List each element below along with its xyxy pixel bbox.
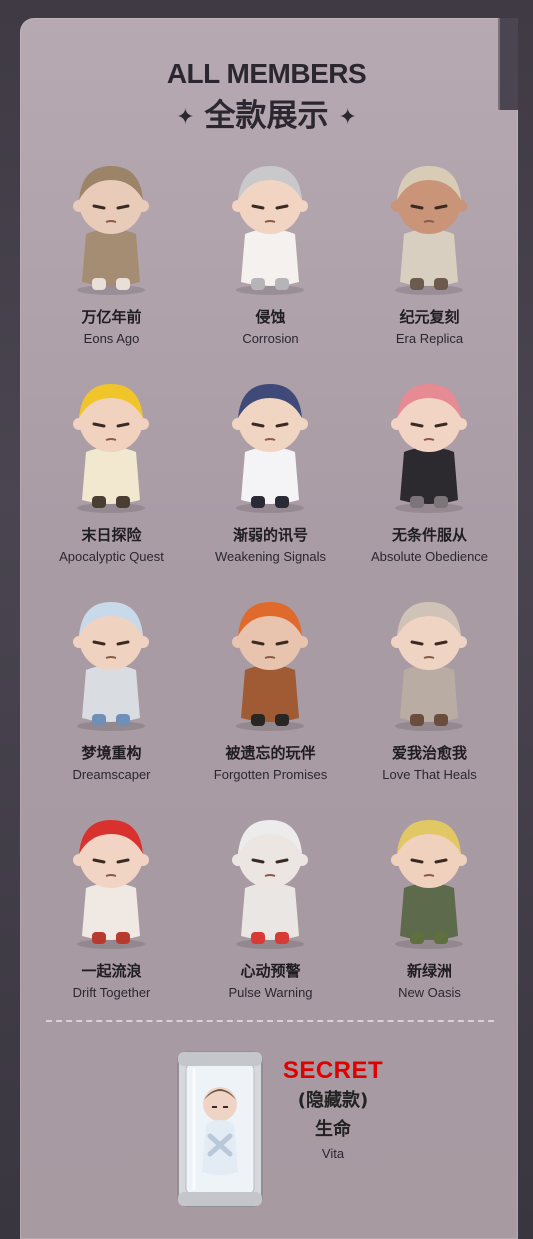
section-divider	[46, 1020, 494, 1022]
member-card: 心动预警 Pulse Warning	[191, 804, 350, 1022]
member-name-cn: 心动预警	[240, 962, 301, 980]
member-name-cn: 梦境重构	[81, 744, 142, 762]
member-card: 梦境重构 Dreamscaper	[32, 586, 191, 804]
secret-figure-image	[160, 1044, 280, 1214]
secret-info: SECRET (隐藏款) 生命 Vita	[268, 1057, 398, 1161]
member-figure-image	[350, 150, 509, 300]
member-name-en: New Oasis	[398, 985, 461, 1000]
member-name-en: Absolute Obedience	[370, 549, 489, 564]
member-name-cn: 被遗忘的玩伴	[225, 744, 316, 762]
member-figure-image	[32, 586, 191, 736]
member-name-en: Drift Together	[72, 985, 151, 1000]
member-name-cn: 渐弱的讯号	[232, 526, 308, 544]
member-name-en: Love That Heals	[382, 767, 477, 782]
secret-label: SECRET	[282, 1057, 384, 1084]
member-name-cn: 爱我治愈我	[391, 744, 467, 762]
title-english: ALL MEMBERS	[166, 58, 367, 89]
member-card: 万亿年前 Eons Ago	[32, 150, 191, 368]
member-figure-image	[32, 804, 191, 954]
member-name-en: Apocalyptic Quest	[59, 549, 164, 564]
member-name-en: Era Replica	[395, 331, 464, 346]
member-name-en: Eons Ago	[83, 331, 140, 346]
member-card: 新绿洲 New Oasis	[350, 804, 509, 1022]
member-name-cn: 纪元复刻	[399, 308, 460, 326]
member-card: 一起流浪 Drift Together	[32, 804, 191, 1022]
secret-sublabel: (隐藏款)	[297, 1090, 369, 1111]
secret-name-en: Vita	[321, 1146, 345, 1161]
member-name-en: Forgotten Promises	[213, 767, 328, 782]
member-figure-image	[350, 586, 509, 736]
member-card: 无条件服从 Absolute Obedience	[350, 368, 509, 586]
secret-name-cn: 生命	[315, 1119, 351, 1140]
member-figure-image	[191, 586, 350, 736]
member-figure-image	[32, 368, 191, 518]
sparkle-icon: ✦	[176, 105, 195, 130]
member-card: 爱我治愈我 Love That Heals	[350, 586, 509, 804]
member-name-cn: 一起流浪	[81, 962, 142, 980]
member-name-cn: 无条件服从	[391, 526, 467, 544]
member-figure-image	[191, 804, 350, 954]
member-figure-image	[191, 150, 350, 300]
member-figure-image	[32, 150, 191, 300]
member-figure-image	[191, 368, 350, 518]
member-name-en: Pulse Warning	[228, 985, 313, 1000]
member-name-cn: 末日探险	[81, 526, 142, 544]
member-name-cn: 侵蚀	[255, 308, 286, 326]
member-card: 被遗忘的玩伴 Forgotten Promises	[191, 586, 350, 804]
member-card: 纪元复刻 Era Replica	[350, 150, 509, 368]
member-name-cn: 新绿洲	[406, 962, 452, 980]
member-name-en: Corrosion	[242, 331, 299, 346]
member-name-en: Dreamscaper	[72, 767, 151, 782]
member-name-en: Weakening Signals	[214, 549, 327, 564]
sparkle-icon: ✦	[338, 105, 357, 130]
member-grid: 万亿年前 Eons Ago 侵蚀 Corrosion 纪元复刻 Era Replica…	[32, 150, 510, 1022]
title-chinese: 全款展示	[204, 98, 329, 134]
title-chinese-row: ✦ 全款展示 ✦	[0, 90, 533, 135]
member-figure-image	[350, 368, 509, 518]
member-card: 侵蚀 Corrosion	[191, 150, 350, 368]
member-card: 末日探险 Apocalyptic Quest	[32, 368, 191, 586]
member-name-cn: 万亿年前	[81, 308, 142, 326]
member-figure-image	[350, 804, 509, 954]
member-card: 渐弱的讯号 Weakening Signals	[191, 368, 350, 586]
